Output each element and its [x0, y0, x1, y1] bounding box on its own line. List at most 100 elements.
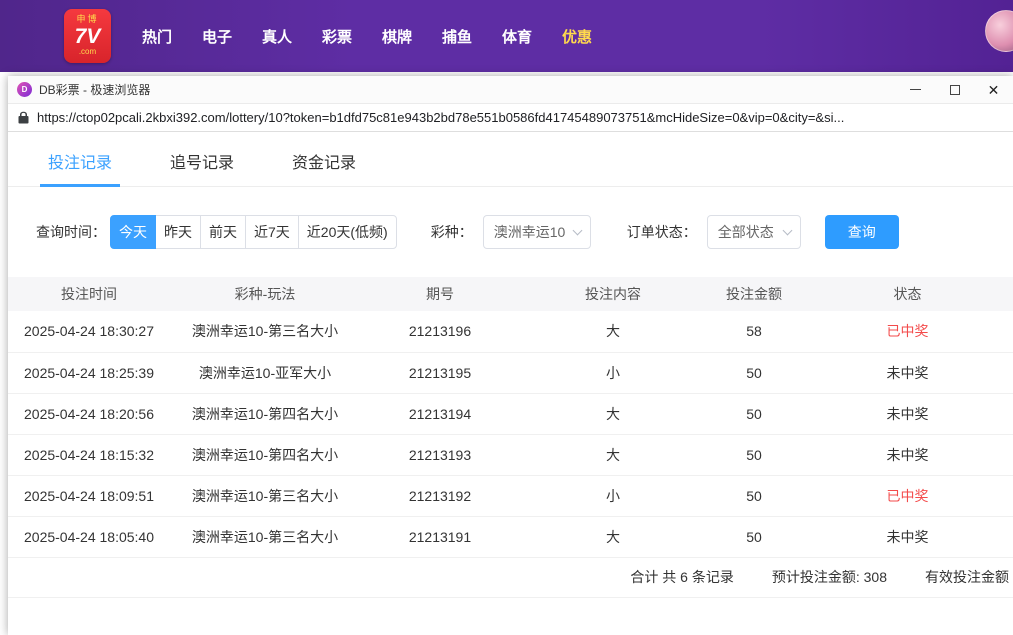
cell-game: 澳洲幸运10-第三名大小: [170, 475, 360, 516]
cell-game: 澳洲幸运10-亚军大小: [170, 352, 360, 393]
cell-content: 小: [520, 352, 706, 393]
close-icon: ✕: [988, 83, 1000, 97]
maximize-icon: [950, 85, 960, 95]
cell-bet-time: 2025-04-24 18:20:56: [8, 393, 170, 434]
tab-chase-records[interactable]: 追号记录: [162, 145, 242, 186]
cell-amount: 50: [706, 475, 802, 516]
cell-content: 大: [520, 311, 706, 352]
cell-amount: 50: [706, 393, 802, 434]
maximize-button[interactable]: [935, 76, 974, 103]
page-content: 投注记录 追号记录 资金记录 查询时间： 今天昨天前天近7天近20天(低频) 彩…: [8, 132, 1013, 635]
site-logo-suffix-text: .com: [79, 48, 96, 57]
table-row: 2025-04-24 18:09:51 澳洲幸运10-第三名大小 2121319…: [8, 475, 1013, 516]
cell-amount: 50: [706, 434, 802, 475]
cell-amount: 58: [706, 311, 802, 352]
records-body: 2025-04-24 18:30:27 澳洲幸运10-第三名大小 2121319…: [8, 311, 1013, 557]
minimize-button[interactable]: [896, 76, 935, 103]
header-issue: 期号: [360, 277, 520, 311]
cell-status: 已中奖: [802, 475, 1013, 516]
table-row: 2025-04-24 18:25:39 澳洲幸运10-亚军大小 21213195…: [8, 352, 1013, 393]
summary-total: 合计 共 6 条记录: [630, 567, 733, 587]
filter-bar: 查询时间： 今天昨天前天近7天近20天(低频) 彩种： 澳洲幸运10 订单状态：…: [36, 215, 1013, 249]
nav-item-8[interactable]: 优惠: [547, 26, 607, 47]
cell-status: 未中奖: [802, 393, 1013, 434]
lock-icon: [18, 111, 29, 124]
db-favicon-icon: D: [17, 82, 32, 97]
header-amount: 投注金额: [706, 277, 802, 311]
close-button[interactable]: ✕: [974, 76, 1013, 103]
cell-game: 澳洲幸运10-第三名大小: [170, 311, 360, 352]
search-button[interactable]: 查询: [825, 215, 899, 249]
window-controls: ✕: [896, 76, 1013, 103]
cell-status: 未中奖: [802, 352, 1013, 393]
site-logo-main-text: 7V: [75, 25, 101, 48]
time-filter-3[interactable]: 前天: [200, 215, 246, 249]
lottery-select-value: 澳洲幸运10: [494, 222, 566, 242]
lottery-filter-label: 彩种：: [431, 222, 473, 242]
lottery-select[interactable]: 澳洲幸运10: [483, 215, 591, 249]
cell-game: 澳洲幸运10-第四名大小: [170, 434, 360, 475]
record-tabs: 投注记录 追号记录 资金记录: [8, 132, 1013, 187]
table-row: 2025-04-24 18:05:40 澳洲幸运10-第三名大小 2121319…: [8, 516, 1013, 557]
tab-fund-records[interactable]: 资金记录: [284, 145, 364, 186]
cell-status: 已中奖: [802, 311, 1013, 352]
cell-bet-time: 2025-04-24 18:05:40: [8, 516, 170, 557]
url-bar[interactable]: https://ctop02pcali.2kbxi392.com/lottery…: [8, 103, 1013, 132]
chevron-down-icon: [572, 225, 582, 235]
site-logo[interactable]: 申博 7V .com: [64, 9, 111, 63]
time-filter-label: 查询时间：: [36, 222, 106, 242]
tab-bet-records[interactable]: 投注记录: [40, 145, 120, 186]
cell-issue: 21213192: [360, 475, 520, 516]
header-status: 状态: [802, 277, 1013, 311]
nav-item-3[interactable]: 真人: [247, 26, 307, 47]
cell-bet-time: 2025-04-24 18:15:32: [8, 434, 170, 475]
site-header: 申博 7V .com 热门电子真人彩票棋牌捕鱼体育优惠: [0, 0, 1013, 72]
main-nav: 热门电子真人彩票棋牌捕鱼体育优惠: [127, 26, 607, 47]
header-game: 彩种-玩法: [170, 277, 360, 311]
table-row: 2025-04-24 18:20:56 澳洲幸运10-第四名大小 2121319…: [8, 393, 1013, 434]
summary-bar: 合计 共 6 条记录 预计投注金额: 308 有效投注金额: [8, 558, 1013, 598]
cell-game: 澳洲幸运10-第四名大小: [170, 393, 360, 434]
time-filter-5[interactable]: 近20天(低频): [298, 215, 397, 249]
header-bet-time: 投注时间: [8, 277, 170, 311]
cell-status: 未中奖: [802, 516, 1013, 557]
cell-issue: 21213196: [360, 311, 520, 352]
cell-game: 澳洲幸运10-第三名大小: [170, 516, 360, 557]
table-row: 2025-04-24 18:30:27 澳洲幸运10-第三名大小 2121319…: [8, 311, 1013, 352]
time-filter-1[interactable]: 今天: [110, 215, 156, 249]
user-avatar[interactable]: [985, 10, 1013, 52]
cell-issue: 21213194: [360, 393, 520, 434]
window-title: DB彩票 - 极速浏览器: [39, 81, 150, 98]
nav-item-6[interactable]: 捕鱼: [427, 26, 487, 47]
table-row: 2025-04-24 18:15:32 澳洲幸运10-第四名大小 2121319…: [8, 434, 1013, 475]
window-titlebar: D DB彩票 - 极速浏览器 ✕: [8, 76, 1013, 103]
cell-content: 小: [520, 475, 706, 516]
cell-status: 未中奖: [802, 434, 1013, 475]
order-status-select-value: 全部状态: [718, 222, 774, 242]
chevron-down-icon: [782, 225, 792, 235]
site-logo-top-text: 申博: [76, 15, 98, 25]
time-filter-2[interactable]: 昨天: [155, 215, 201, 249]
nav-item-5[interactable]: 棋牌: [367, 26, 427, 47]
summary-valid-amount: 有效投注金额: [925, 567, 1009, 587]
time-filter-4[interactable]: 近7天: [245, 215, 299, 249]
nav-item-1[interactable]: 热门: [127, 26, 187, 47]
cell-issue: 21213191: [360, 516, 520, 557]
cell-content: 大: [520, 516, 706, 557]
browser-window: D DB彩票 - 极速浏览器 ✕ https://ctop02pcali.2kb…: [8, 76, 1013, 635]
cell-bet-time: 2025-04-24 18:25:39: [8, 352, 170, 393]
header-content: 投注内容: [520, 277, 706, 311]
table-header: 投注时间 彩种-玩法 期号 投注内容 投注金额 状态: [8, 277, 1013, 311]
nav-item-2[interactable]: 电子: [187, 26, 247, 47]
nav-item-7[interactable]: 体育: [487, 26, 547, 47]
cell-bet-time: 2025-04-24 18:30:27: [8, 311, 170, 352]
cell-content: 大: [520, 393, 706, 434]
cell-bet-time: 2025-04-24 18:09:51: [8, 475, 170, 516]
cell-issue: 21213195: [360, 352, 520, 393]
order-status-select[interactable]: 全部状态: [707, 215, 801, 249]
nav-item-4[interactable]: 彩票: [307, 26, 367, 47]
url-text: https://ctop02pcali.2kbxi392.com/lottery…: [37, 110, 844, 125]
time-filter-group: 今天昨天前天近7天近20天(低频): [110, 215, 397, 249]
cell-amount: 50: [706, 352, 802, 393]
summary-expected-amount: 预计投注金额: 308: [772, 567, 887, 587]
